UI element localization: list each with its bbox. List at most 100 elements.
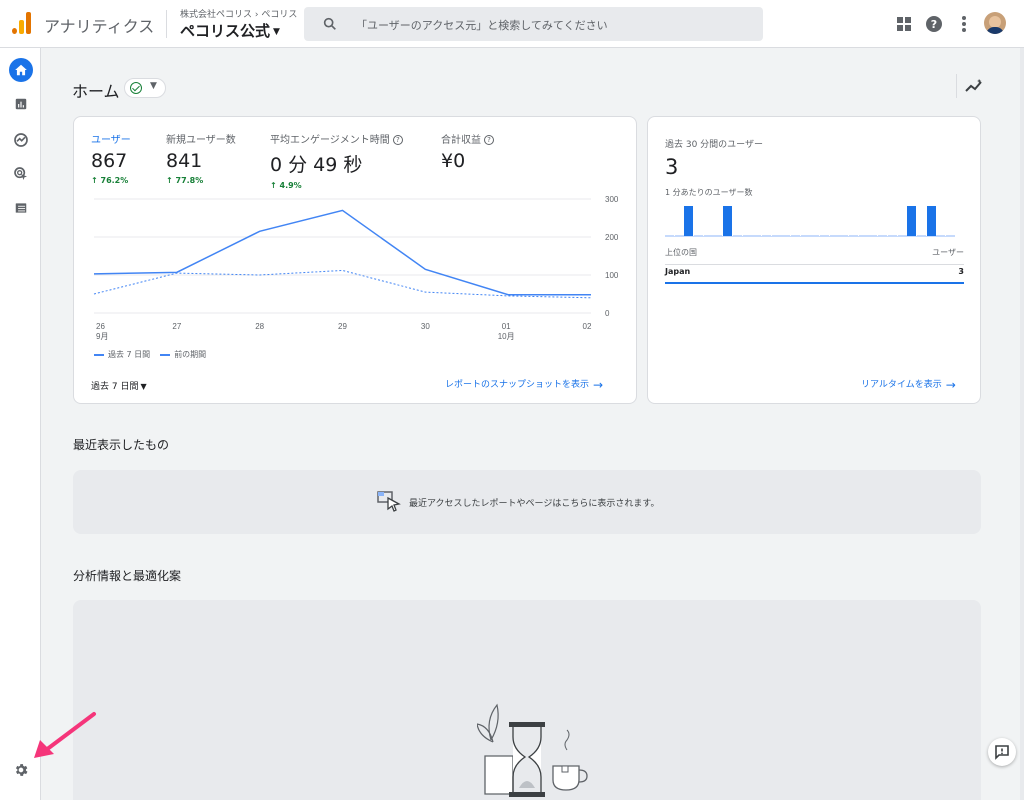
minute-bar xyxy=(916,235,926,236)
recent-empty-message: 最近アクセスしたレポートやページはこちらに表示されます。 xyxy=(409,499,660,509)
minute-bar xyxy=(781,235,791,236)
sidebar-item-reports[interactable] xyxy=(9,92,33,116)
minute-bar xyxy=(713,235,723,236)
date-range-dropdown[interactable]: 過去 7 日間 ▼ xyxy=(91,379,147,392)
x-tick-label: 26 xyxy=(96,322,105,331)
minute-bar xyxy=(868,235,878,236)
country-table-header: 上位の国 ユーザー xyxy=(665,247,964,265)
help-icon[interactable]: ? xyxy=(924,14,944,34)
per-minute-bar-chart xyxy=(665,203,955,237)
minute-bar xyxy=(723,206,733,236)
minute-bar xyxy=(694,235,704,236)
analytics-logo-icon[interactable] xyxy=(12,12,32,34)
more-vert-icon[interactable] xyxy=(954,14,974,34)
ads-click-icon xyxy=(14,167,27,180)
x-tick-label: 30 xyxy=(421,322,430,331)
insights-panel xyxy=(73,600,981,800)
home-icon xyxy=(15,64,27,76)
minute-bar xyxy=(752,235,762,236)
minute-bar xyxy=(732,235,742,236)
hourglass-illustration-icon xyxy=(477,703,588,797)
view-realtime-link[interactable]: リアルタイムを表示 → xyxy=(861,377,956,392)
realtime-value: 3 xyxy=(665,155,679,179)
avatar[interactable] xyxy=(984,12,1006,34)
sidebar-item-configure[interactable] xyxy=(9,196,33,220)
minute-bar xyxy=(946,235,955,236)
minute-bar xyxy=(926,206,936,236)
bar-chart-icon xyxy=(15,98,27,110)
table-row[interactable]: Japan 3 xyxy=(665,267,964,284)
feedback-button[interactable] xyxy=(988,738,1016,766)
sidebar-nav xyxy=(0,48,41,800)
view-snapshot-link[interactable]: レポートのスナップショットを表示 → xyxy=(445,377,603,392)
minute-bar xyxy=(897,235,907,236)
minute-bar xyxy=(810,235,820,236)
per-minute-label: 1 分あたりのユーザー数 xyxy=(665,188,753,197)
arrow-forward-icon: → xyxy=(593,377,604,392)
header-divider xyxy=(956,74,957,98)
chevron-down-icon: ▼ xyxy=(273,26,280,37)
recent-items-panel: 最近アクセスしたレポートやページはこちらに表示されます。 xyxy=(73,470,981,534)
property-name: ペコリス公式 xyxy=(180,22,271,40)
chevron-down-icon: ▼ xyxy=(140,382,147,391)
x-tick-label: 02 xyxy=(583,322,592,331)
minute-bar xyxy=(849,235,859,236)
insights-section-title: 分析情報と最適化案 xyxy=(73,569,182,583)
header-divider xyxy=(166,10,167,38)
minute-bar xyxy=(829,235,839,236)
x-tick-label: 27 xyxy=(172,322,181,331)
sidebar-item-advertising[interactable] xyxy=(9,162,33,186)
y-tick-label: 300 xyxy=(605,195,619,204)
legend-current: 過去 7 日間 xyxy=(94,349,150,360)
minute-bar xyxy=(761,235,771,236)
list-icon xyxy=(15,203,27,213)
data-status-chip[interactable]: ▼ xyxy=(124,78,166,98)
minute-bar xyxy=(907,206,917,236)
search-icon xyxy=(323,17,336,30)
minute-bar xyxy=(742,235,752,236)
sidebar-item-home[interactable] xyxy=(9,58,33,82)
top-bar: アナリティクス 株式会社ペコリス › ペコリス ペコリス公式 ▼ 「ユーザーのアク… xyxy=(0,0,1024,48)
app-title[interactable]: アナリティクス xyxy=(44,13,154,37)
x-tick-label: 10月 xyxy=(498,332,515,341)
sidebar-item-explore[interactable] xyxy=(9,128,33,152)
overview-card: ユーザー 867 76.2% 新規ユーザー数 841 77.8% 平均エンゲージ… xyxy=(73,116,637,404)
gear-icon xyxy=(15,764,28,776)
realtime-title: 過去 30 分間のユーザー xyxy=(665,140,763,150)
legend-previous: 前の期間 xyxy=(160,349,206,360)
x-tick-label: 9月 xyxy=(96,332,108,341)
realtime-card: 過去 30 分間のユーザー 3 1 分あたりのユーザー数 上位の国 ユーザー J… xyxy=(647,116,981,404)
series-line-current xyxy=(93,209,591,296)
search-bar[interactable]: 「ユーザーのアクセス元」と検索してみてください xyxy=(304,7,763,41)
check-circle-icon xyxy=(130,82,142,94)
minute-bar xyxy=(887,235,897,236)
chart-legend: 過去 7 日間 前の期間 xyxy=(94,349,206,360)
minute-bar xyxy=(820,235,830,236)
annotation-arrow-icon xyxy=(34,712,96,758)
account-breadcrumb[interactable]: 株式会社ペコリス › ペコリス xyxy=(180,7,297,20)
explore-icon xyxy=(14,133,28,147)
insights-icon[interactable] xyxy=(964,78,984,94)
arrow-forward-icon: → xyxy=(945,377,956,392)
svg-text:?: ? xyxy=(931,18,937,31)
y-tick-label: 100 xyxy=(605,271,619,280)
apps-grid-icon[interactable] xyxy=(894,14,914,34)
x-tick-label: 29 xyxy=(338,322,347,331)
minute-bar xyxy=(790,235,800,236)
x-tick-label: 01 xyxy=(502,322,511,331)
y-tick-label: 0 xyxy=(605,309,610,318)
property-selector[interactable]: ペコリス公式 ▼ xyxy=(180,20,280,41)
minute-bar xyxy=(674,235,684,236)
chevron-down-icon: ▼ xyxy=(150,81,157,91)
recent-section-title: 最近表示したもの xyxy=(73,438,170,452)
minute-bar xyxy=(665,235,674,236)
minute-bar xyxy=(858,235,868,236)
minute-bar xyxy=(878,235,888,236)
scrollbar[interactable] xyxy=(1020,48,1024,800)
minute-bar xyxy=(684,206,694,236)
users-line-chart: 300 200 100 0 269月 27 28 29 30 0110月 02 xyxy=(93,195,619,341)
feedback-icon xyxy=(995,745,1009,760)
minute-bar xyxy=(771,235,781,236)
minute-bar xyxy=(936,235,946,236)
y-tick-label: 200 xyxy=(605,233,619,242)
